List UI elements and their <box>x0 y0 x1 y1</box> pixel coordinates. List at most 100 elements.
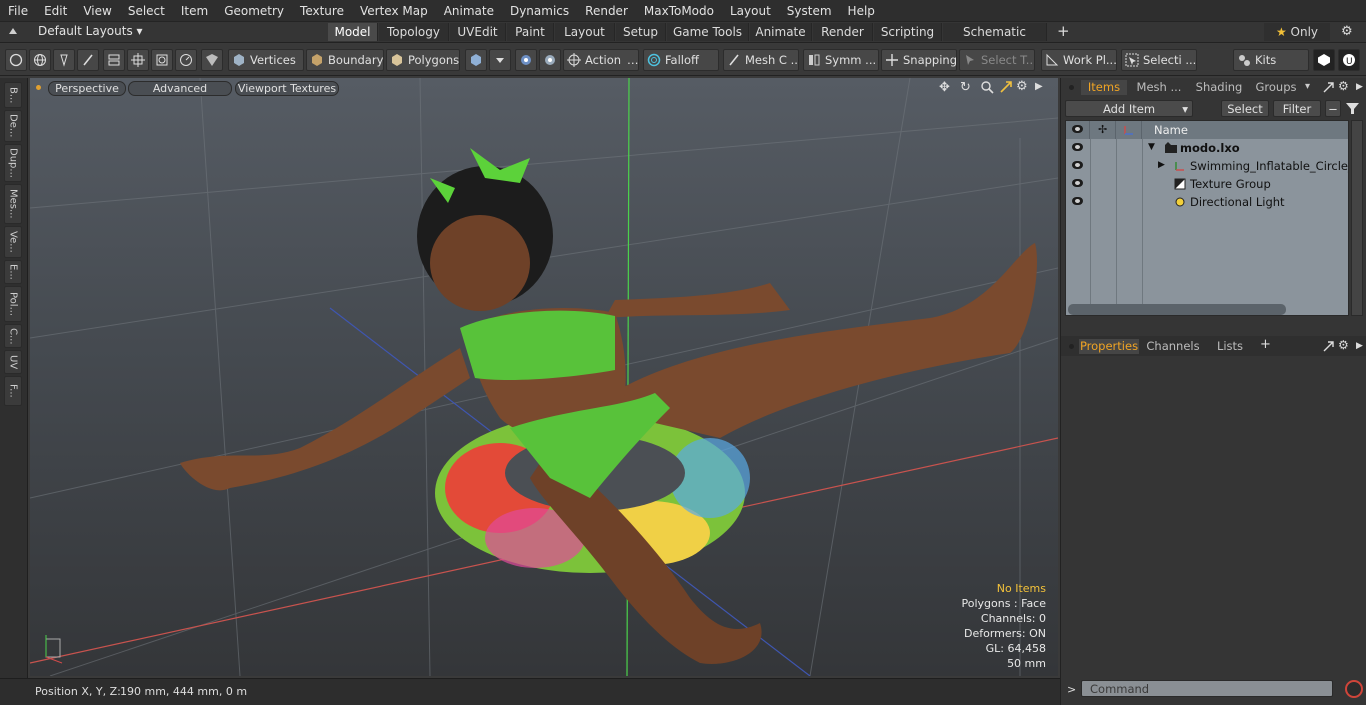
select-mode-icon[interactable] <box>5 49 27 71</box>
align-icon[interactable] <box>103 49 125 71</box>
menu-vertex-map[interactable]: Vertex Map <box>352 0 436 22</box>
visibility-eye-icon[interactable] <box>1072 143 1083 151</box>
viewport-expand-arrow-icon[interactable]: ▶ <box>1035 81 1043 92</box>
expand-triangle-icon[interactable]: ▼ <box>1148 142 1155 152</box>
left-tab-polygon[interactable]: Pol... <box>4 286 22 322</box>
menu-render[interactable]: Render <box>577 0 636 22</box>
vertices-button[interactable]: Vertices <box>228 49 304 71</box>
col-name[interactable]: Name <box>1142 121 1348 139</box>
falloff-button[interactable]: Falloff <box>643 49 719 71</box>
menu-select[interactable]: Select <box>120 0 173 22</box>
visibility-eye-icon[interactable] <box>1072 161 1083 169</box>
menu-dynamics[interactable]: Dynamics <box>502 0 577 22</box>
list-item-modo-lxo[interactable]: ▼ modo.lxo <box>1066 139 1348 157</box>
globe-icon[interactable] <box>29 49 51 71</box>
list-item-swimming-inflatable[interactable]: ▶ Swimming_Inflatable_Circle_B... <box>1066 157 1348 175</box>
add-tab-icon[interactable]: + <box>1057 22 1070 40</box>
items-expand-arrow-icon[interactable]: ▶ <box>1356 82 1363 92</box>
menu-view[interactable]: View <box>75 0 119 22</box>
expand-triangle-icon[interactable]: ▶ <box>1158 160 1165 170</box>
tab-topology[interactable]: Topology <box>379 23 449 41</box>
items-maximize-icon[interactable] <box>1323 82 1334 93</box>
menu-geometry[interactable]: Geometry <box>216 0 292 22</box>
properties-maximize-icon[interactable] <box>1323 341 1334 352</box>
properties-expand-arrow-icon[interactable]: ▶ <box>1356 341 1363 351</box>
left-tab-vertex[interactable]: Ve... <box>4 226 22 258</box>
tab-render[interactable]: Render <box>813 23 873 41</box>
shield-icon[interactable] <box>201 49 223 71</box>
tab-scripting[interactable]: Scripting <box>874 23 942 41</box>
kits-button[interactable]: Kits <box>1233 49 1309 71</box>
visibility-eye-icon[interactable] <box>1072 179 1083 187</box>
tab-items[interactable]: Items <box>1081 80 1127 95</box>
perspective-button[interactable]: Perspective <box>48 81 126 96</box>
tab-setup[interactable]: Setup <box>616 23 666 41</box>
material-icon[interactable] <box>515 49 537 71</box>
vertical-scrollbar[interactable] <box>1351 120 1363 316</box>
menu-file[interactable]: File <box>0 0 36 22</box>
polygons-button[interactable]: Polygons <box>386 49 460 71</box>
tab-layout[interactable]: Layout <box>555 23 615 41</box>
col-type[interactable] <box>1116 121 1142 139</box>
list-item-directional-light[interactable]: Directional Light <box>1066 193 1348 211</box>
sphere-icon[interactable] <box>539 49 561 71</box>
3d-viewport[interactable]: Perspective Advanced Viewport Textures ✥… <box>30 78 1058 676</box>
tab-animate[interactable]: Animate <box>750 23 812 41</box>
items-tab-dropdown-icon[interactable]: ▾ <box>1305 81 1310 92</box>
pan-icon[interactable]: ✥ <box>939 80 950 95</box>
add-item-button[interactable]: Add Item ▾ <box>1065 100 1193 117</box>
layout-toggle-icon[interactable] <box>8 26 18 36</box>
transform-icon[interactable] <box>127 49 149 71</box>
maximize-icon[interactable] <box>1000 81 1012 93</box>
mesh-constraint-button[interactable]: Mesh C ... <box>723 49 799 71</box>
list-item-texture-group[interactable]: Texture Group <box>1066 175 1348 193</box>
item-mode-icon[interactable] <box>465 49 487 71</box>
menu-help[interactable]: Help <box>840 0 883 22</box>
collapse-button[interactable]: − <box>1325 100 1341 117</box>
left-tab-duplicate[interactable]: Dup... <box>4 144 22 182</box>
tab-shading[interactable]: Shading <box>1191 80 1247 95</box>
col-lock[interactable]: ✢ <box>1090 121 1116 139</box>
menu-edit[interactable]: Edit <box>36 0 75 22</box>
filter-button[interactable]: Filter <box>1273 100 1321 117</box>
selection-button[interactable]: Selecti ... <box>1121 49 1197 71</box>
frame-icon[interactable] <box>151 49 173 71</box>
timer-icon[interactable] <box>175 49 197 71</box>
layout-selector[interactable]: Default Layouts ▾ <box>38 24 143 38</box>
left-tab-edge[interactable]: E... <box>4 260 22 284</box>
only-toggle[interactable]: ★ Only <box>1264 23 1330 41</box>
gear-icon[interactable]: ⚙ <box>1341 24 1353 39</box>
menu-animate[interactable]: Animate <box>436 0 502 22</box>
advanced-button[interactable]: Advanced <box>128 81 232 96</box>
left-tab-deform[interactable]: De... <box>4 110 22 142</box>
tab-groups[interactable]: Groups <box>1251 80 1301 95</box>
left-tab-fusion[interactable]: F... <box>4 376 22 406</box>
work-plane-button[interactable]: Work Pl... <box>1041 49 1117 71</box>
select-button[interactable]: Select <box>1221 100 1269 117</box>
unreal-icon[interactable]: U <box>1338 49 1360 71</box>
viewport-gear-icon[interactable]: ⚙ <box>1016 79 1028 94</box>
funnel-icon[interactable] <box>1345 101 1360 116</box>
unity-icon[interactable] <box>1313 49 1335 71</box>
tab-channels[interactable]: Channels <box>1143 339 1203 354</box>
left-tab-basic[interactable]: B... <box>4 82 22 108</box>
viewport-textures-button[interactable]: Viewport Textures <box>235 81 339 96</box>
properties-gear-icon[interactable]: ⚙ <box>1338 338 1349 352</box>
mode-dropdown-icon[interactable] <box>489 49 511 71</box>
tab-uvedit[interactable]: UVEdit <box>450 23 506 41</box>
menu-system[interactable]: System <box>779 0 840 22</box>
command-input[interactable]: Command <box>1081 680 1333 697</box>
symmetry-button[interactable]: Symm ... <box>803 49 879 71</box>
tab-game-tools[interactable]: Game Tools <box>667 23 749 41</box>
boundary-button[interactable]: Boundary <box>306 49 384 71</box>
left-tab-curve[interactable]: C... <box>4 324 22 348</box>
add-tab-icon[interactable]: + <box>1260 337 1271 352</box>
col-visibility[interactable] <box>1066 121 1090 139</box>
menu-layout[interactable]: Layout <box>722 0 779 22</box>
tab-properties[interactable]: Properties <box>1079 339 1139 354</box>
snapping-button[interactable]: Snapping <box>881 49 957 71</box>
select-through-button[interactable]: Select T... <box>959 49 1035 71</box>
horizontal-scrollbar[interactable] <box>1068 304 1286 315</box>
pen-icon[interactable] <box>53 49 75 71</box>
menu-texture[interactable]: Texture <box>292 0 352 22</box>
